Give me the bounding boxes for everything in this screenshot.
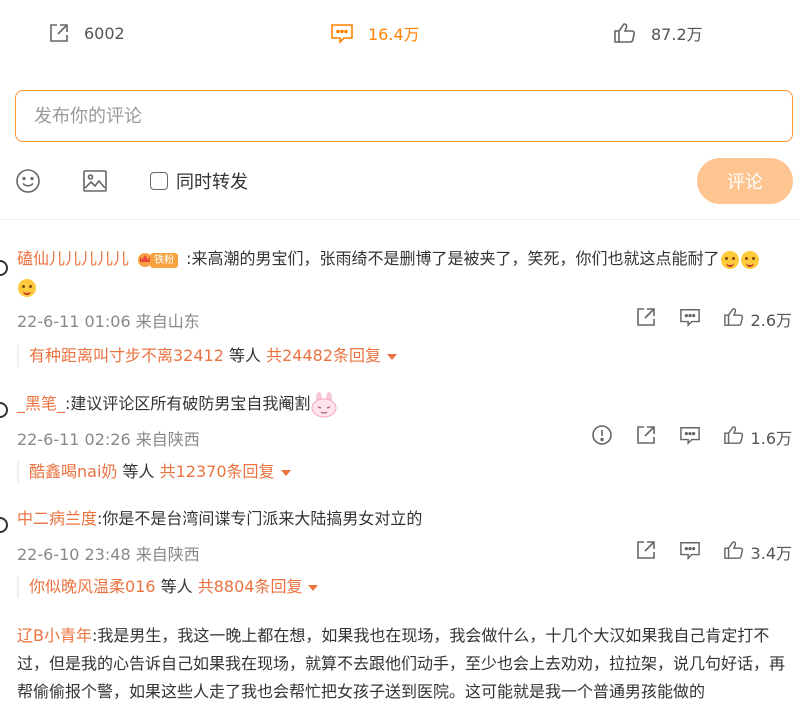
action-bar: 6002 16.4万 87.2万 [0,0,800,66]
checkbox-box[interactable] [150,172,168,190]
comment-meta: 22-6-11 01:06 来自山东 [17,312,200,331]
submit-comment-button[interactable]: 评论 [697,158,793,204]
composer-toolbar: 同时转发 评论 [0,158,800,204]
like-count: 2.6万 [750,311,792,330]
comment-icon[interactable] [679,540,701,564]
report-icon[interactable] [591,424,613,450]
comment-username[interactable]: 磕仙儿儿儿儿儿 [17,249,129,268]
comment-actions: 1.6万 [591,424,792,450]
reply-count[interactable]: 共24482条回复 [266,346,381,365]
comment-username[interactable]: 中二病兰度 [17,509,97,528]
fan-badge: 铁粉 [136,250,184,270]
like-button[interactable]: 2.6万 [723,307,792,331]
reply-summary[interactable]: 你似晚风温柔016 等人 共8804条回复 [17,576,319,598]
reply-summary[interactable]: 酷鑫喝nai奶 等人 共12370条回复 [17,461,291,483]
avatar[interactable] [0,517,8,533]
comment-count: 16.4万 [368,25,420,44]
comment-meta: 22-6-11 02:26 来自陕西 [17,430,200,449]
comment-text: 辽B小青年:我是男生，我这一晚上都在想，如果我也在现场，我会做什么，十几个大汉如… [17,622,792,703]
like-count: 3.4万 [750,544,792,563]
comment-input[interactable] [34,105,774,127]
comment-input-box [15,90,793,142]
comment-icon [330,22,354,44]
like-button[interactable]: 3.4万 [723,540,792,564]
reply-username[interactable]: 你似晚风温柔016 [29,577,156,596]
like-count: 87.2万 [651,25,703,44]
comment-username[interactable]: 辽B小青年 [17,626,92,645]
comment-actions: 2.6万 [635,306,792,332]
reply-etc: 等人 [229,346,262,365]
comment-actions: 3.4万 [635,539,792,565]
like-action[interactable]: 87.2万 [613,18,703,48]
share-icon[interactable] [635,306,657,332]
smile-emoji-icon [18,278,36,297]
like-count: 1.6万 [750,429,792,448]
comment-body: :建议评论区所有破防男宝自我阉割 [65,394,311,413]
thumbs-up-icon [723,307,745,331]
caret-down-icon [308,584,319,591]
share-action[interactable]: 6002 [48,18,125,48]
reply-etc: 等人 [160,577,193,596]
avatar[interactable] [0,402,8,418]
caret-down-icon [280,469,291,476]
reply-username[interactable]: 有种距离叫寸步不离32412 [29,346,224,365]
avatar[interactable] [0,260,8,276]
comment-action[interactable]: 16.4万 [330,18,800,48]
image-icon[interactable] [82,168,108,198]
comment-body: :来高潮的男宝们，张雨绮不是删博了是被夹了，笑死，你们也就这点能耐了 [186,249,720,268]
reply-count[interactable]: 共12370条回复 [160,462,275,481]
thumbs-up-icon [723,425,745,449]
reply-username[interactable]: 酷鑫喝nai奶 [29,462,117,481]
repost-checkbox[interactable]: 同时转发 [150,168,248,194]
like-button[interactable]: 1.6万 [723,425,792,449]
reply-summary[interactable]: 有种距离叫寸步不离32412 等人 共24482条回复 [17,345,398,367]
smile-emoji-icon [740,250,759,269]
thumbs-up-icon [613,22,637,44]
comment-username[interactable]: _黑笔_ [17,394,65,413]
bunny-emoji-icon [311,391,337,417]
reply-etc: 等人 [122,462,155,481]
comment-text: _黑笔_:建议评论区所有破防男宝自我阉割 [17,390,792,418]
comment-body: :你是不是台湾间谍专门派来大陆搞男女对立的 [97,509,423,528]
comment-meta: 22-6-10 23:48 来自陕西 [17,545,200,564]
comment-icon[interactable] [679,307,701,331]
badge-label: 铁粉 [150,252,179,268]
comment-text: 磕仙儿儿儿儿儿 铁粉 :来高潮的男宝们，张雨绮不是删博了是被夹了，笑死，你们也就… [17,245,792,301]
thumbs-up-icon [723,540,745,564]
comment-text: 中二病兰度:你是不是台湾间谍专门派来大陆搞男女对立的 [17,505,792,533]
caret-down-icon [387,353,398,360]
comment-icon[interactable] [679,425,701,449]
share-icon[interactable] [635,424,657,450]
share-icon[interactable] [635,539,657,565]
share-count: 6002 [84,23,125,43]
share-icon [48,22,70,44]
repost-label: 同时转发 [176,172,248,193]
comment-body: :我是男生，我这一晚上都在想，如果我也在现场，我会做什么，十几个大汉如果我自己肯… [17,626,786,701]
emoji-icon[interactable] [15,168,41,198]
divider [0,219,800,220]
reply-count[interactable]: 共8804条回复 [198,577,303,596]
smile-emoji-icon [720,250,739,269]
